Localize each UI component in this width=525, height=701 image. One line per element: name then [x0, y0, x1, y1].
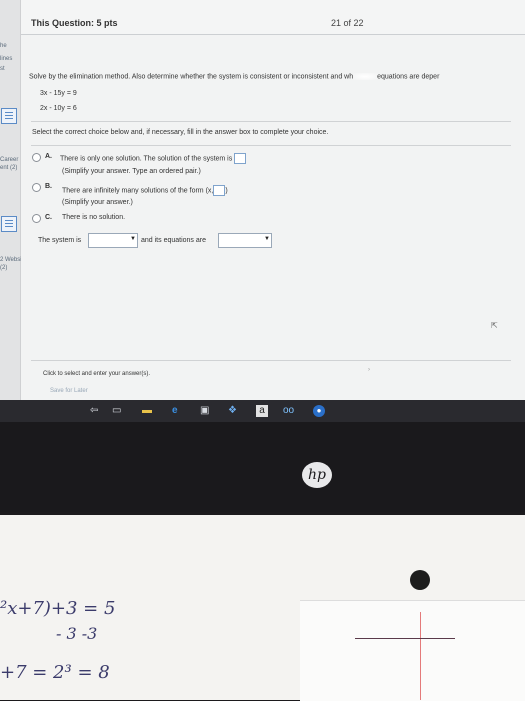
choice-b-radio[interactable] — [32, 183, 41, 192]
file-explorer-icon[interactable]: ▬ — [142, 405, 152, 417]
equations-label: and its equations are — [141, 237, 206, 244]
dropbox-icon[interactable]: ❖ — [228, 405, 237, 417]
save-for-later-button[interactable]: Save for Later — [50, 388, 88, 394]
choice-a-text[interactable]: There is only one solution. The solution… — [60, 153, 247, 164]
menu-icon[interactable] — [1, 108, 17, 124]
left-sidebar: he lines st Career ent (2) 2 Website (2) — [0, 0, 27, 400]
chevron-down-icon: ▼ — [264, 236, 270, 242]
chevron-down-icon: ▼ — [130, 236, 136, 242]
handwriting-line-3: +7 = 2³ = 8 — [0, 662, 110, 683]
ring-hole — [410, 570, 430, 590]
instruction: Select the correct choice below and, if … — [32, 129, 329, 136]
divider — [31, 145, 511, 146]
handwriting-line-2: - 3 -3 — [56, 624, 98, 643]
choice-b-answer-box[interactable] — [213, 185, 226, 196]
tablet-icon[interactable]: ▭ — [112, 405, 121, 417]
choice-b-hint: (Simplify your answer.) — [62, 199, 133, 206]
click-hint: Click to select and enter your answer(s)… — [43, 371, 151, 377]
app-icon[interactable]: ● — [313, 405, 325, 417]
prompt-text: Solve by the elimination method. Also de… — [29, 73, 354, 81]
sidebar-item-website-count: (2) — [0, 265, 8, 271]
link-icon[interactable]: oo — [283, 405, 294, 417]
equation-2: 2x - 10y = 6 — [40, 105, 77, 112]
choice-a-letter: A. — [45, 153, 52, 160]
choice-b-letter: B. — [45, 183, 52, 190]
question-header: This Question: 5 pts 21 of 22 — [21, 0, 525, 35]
sidebar-label: st — [0, 66, 5, 72]
back-icon[interactable]: ⇦ — [90, 405, 98, 417]
screen: he lines st Career ent (2) 2 Website (2)… — [0, 0, 525, 400]
question-count: 21 of 22 — [331, 18, 364, 28]
choice-c-letter: C. — [45, 214, 52, 221]
choice-a-hint: (Simplify your answer. Type an ordered p… — [62, 168, 201, 175]
equation-1: 3x - 15y = 9 — [40, 90, 77, 97]
question-prompt: Solve by the elimination method. Also de… — [29, 73, 439, 80]
divider — [31, 121, 511, 122]
system-label: The system is — [38, 237, 82, 244]
handwriting-line-1: ²x+7)+3 = 5 — [0, 598, 116, 619]
choice-c-radio[interactable] — [32, 214, 41, 223]
menu-icon[interactable] — [1, 216, 17, 232]
scribble — [355, 618, 455, 639]
choice-a-radio[interactable] — [32, 153, 41, 162]
divider — [31, 360, 511, 361]
edge-icon[interactable]: e — [172, 405, 178, 417]
chevron-right-icon[interactable]: › — [368, 367, 370, 373]
system-type-select[interactable]: ▼ — [88, 233, 138, 248]
notebook-paper-2 — [300, 600, 525, 701]
laptop-bezel — [0, 422, 525, 512]
sidebar-label: he — [0, 43, 7, 49]
sidebar-item-career-count: ent (2) — [0, 165, 18, 171]
mouse-cursor-icon: ⇱ — [491, 321, 498, 330]
choice-b-form-suffix: ) — [225, 187, 228, 195]
choice-a-answer-box[interactable] — [234, 153, 247, 164]
choice-b-form-prefix: (x, — [205, 187, 214, 195]
choice-b-text[interactable]: There are infinitely many solutions of t… — [62, 185, 228, 196]
choice-b-label: There are infinitely many solutions of t… — [62, 187, 204, 195]
choice-a-label: There is only one solution. The solution… — [60, 155, 233, 163]
sidebar-label: lines — [0, 56, 13, 62]
taskbar: ⇦ ▭ ▬ e ▣ ❖ a oo ● — [0, 400, 525, 422]
question-panel: Solve by the elimination method. Also de… — [21, 35, 525, 400]
question-points: This Question: 5 pts — [31, 18, 118, 28]
sidebar-item-career[interactable]: Career — [0, 157, 18, 164]
store-icon[interactable]: ▣ — [200, 405, 209, 417]
prompt-text-tail: equations are deper — [377, 73, 440, 81]
equations-type-select[interactable]: ▼ — [218, 233, 272, 248]
hp-logo: hp — [302, 462, 332, 488]
amazon-icon[interactable]: a — [256, 405, 268, 417]
choice-c-text[interactable]: There is no solution. — [62, 214, 125, 221]
